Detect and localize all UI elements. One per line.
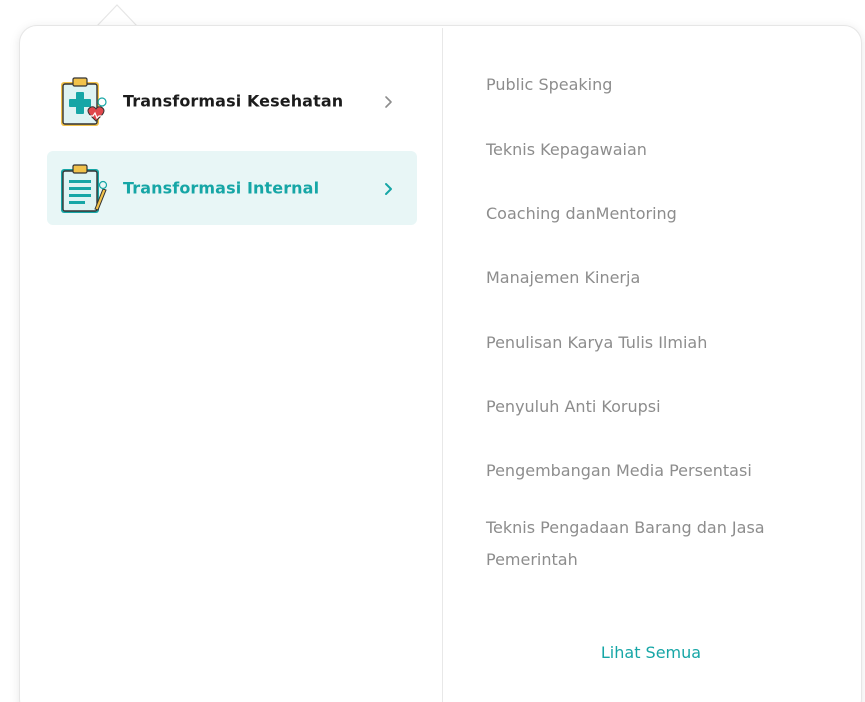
category-label: Transformasi Kesehatan (123, 91, 344, 111)
category-transformasi-internal[interactable]: Transformasi Internal (47, 151, 417, 225)
mega-menu-panel: Transformasi Kesehatan Transformasi Inte… (19, 25, 862, 702)
clipboard-document-icon (55, 159, 113, 217)
category-transformasi-kesehatan[interactable]: Transformasi Kesehatan (47, 64, 417, 138)
dropdown-stage: Transformasi Kesehatan Transformasi Inte… (0, 0, 865, 702)
subitem-teknis-kepagawaian[interactable]: Teknis Kepagawaian (486, 134, 647, 166)
category-label: Transformasi Internal (123, 178, 320, 198)
chevron-right-icon (383, 94, 395, 108)
see-all-link[interactable]: Lihat Semua (442, 643, 860, 662)
subitem-penyuluh-anti-korupsi[interactable]: Penyuluh Anti Korupsi (486, 391, 661, 423)
subitem-teknis-pengadaan[interactable]: Teknis Pengadaan Barang dan Jasa Pemerin… (486, 512, 786, 576)
subitem-coaching-mentoring[interactable]: Coaching danMentoring (486, 198, 677, 230)
subitem-penulisan-karya-tulis[interactable]: Penulisan Karya Tulis Ilmiah (486, 327, 707, 359)
chevron-right-icon (383, 181, 395, 195)
subitem-manajemen-kinerja[interactable]: Manajemen Kinerja (486, 262, 640, 294)
subitem-pengembangan-media[interactable]: Pengembangan Media Persentasi (486, 455, 752, 487)
column-divider (442, 28, 443, 702)
subitem-public-speaking[interactable]: Public Speaking (486, 69, 612, 101)
clipboard-health-icon (55, 72, 113, 130)
